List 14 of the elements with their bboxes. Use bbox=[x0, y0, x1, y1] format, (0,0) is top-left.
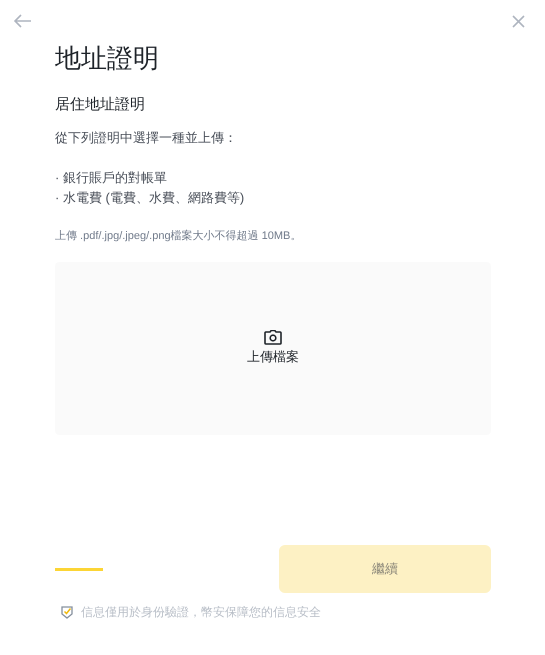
document-option: · 水電費 (電費、水費、網路費等) bbox=[55, 188, 491, 208]
instruction-text: 從下列證明中選擇一種並上傳： bbox=[55, 129, 238, 147]
page-title: 地址證明 bbox=[55, 42, 160, 75]
back-arrow-icon[interactable] bbox=[14, 14, 32, 28]
shield-check-icon bbox=[61, 606, 73, 618]
camera-icon bbox=[264, 330, 282, 346]
close-icon[interactable] bbox=[512, 15, 525, 28]
document-option: · 銀行賬戶的對帳單 bbox=[55, 168, 491, 188]
upload-label: 上傳檔案 bbox=[247, 348, 299, 366]
security-note: 信息僅用於身份驗證，幣安保障您的信息安全 bbox=[81, 604, 321, 621]
step-indicator bbox=[55, 568, 103, 570]
upload-area[interactable]: 上傳檔案 bbox=[55, 262, 491, 435]
section-subtitle: 居住地址證明 bbox=[55, 95, 146, 115]
file-requirements-note: 上傳 .pdf/.jpg/.jpeg/.png檔案大小不得超過 10MB。 bbox=[55, 228, 302, 244]
